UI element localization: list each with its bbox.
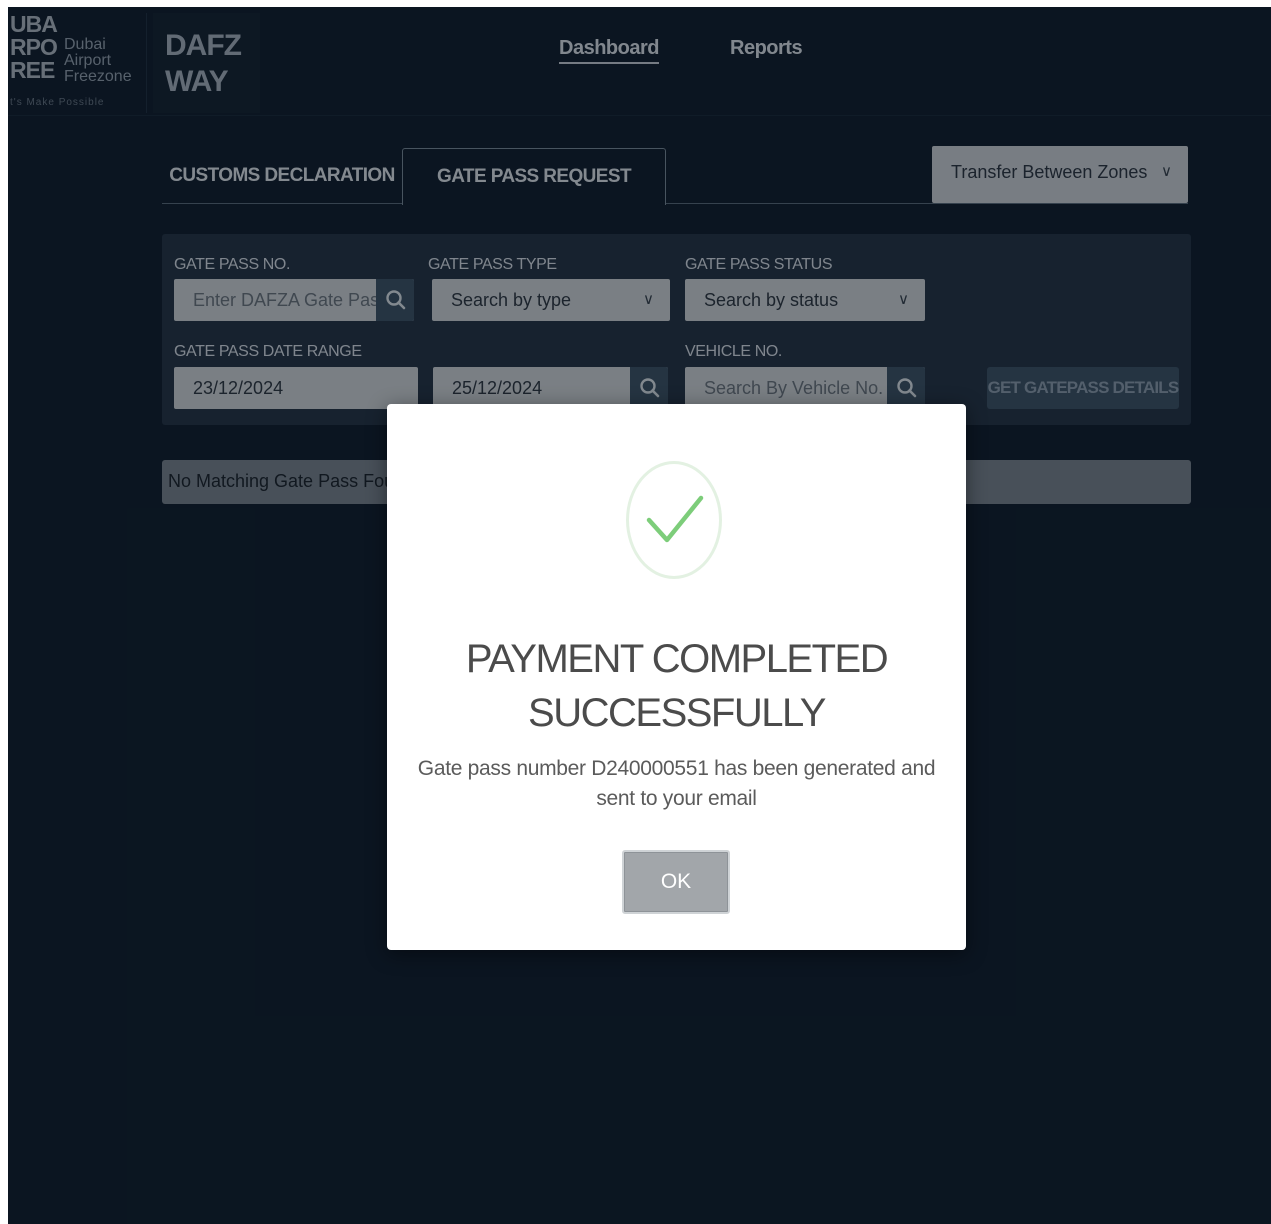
check-icon — [646, 495, 704, 543]
dialog-title-line-1: PAYMENT COMPLETED — [465, 637, 889, 681]
dialog-title: PAYMENT COMPLETED SUCCESSFULLY — [387, 632, 966, 740]
payment-success-dialog: PAYMENT COMPLETED SUCCESSFULLY Gate pass… — [387, 404, 966, 950]
app-window: UBA RPO REE Dubai Airport Freezone t's M… — [8, 7, 1271, 1224]
ok-button[interactable]: OK — [622, 850, 730, 914]
dialog-message: Gate pass number D240000551 has been gen… — [417, 757, 936, 810]
dialog-title-line-2: SUCCESSFULLY — [528, 691, 826, 735]
success-check-icon — [626, 461, 722, 579]
